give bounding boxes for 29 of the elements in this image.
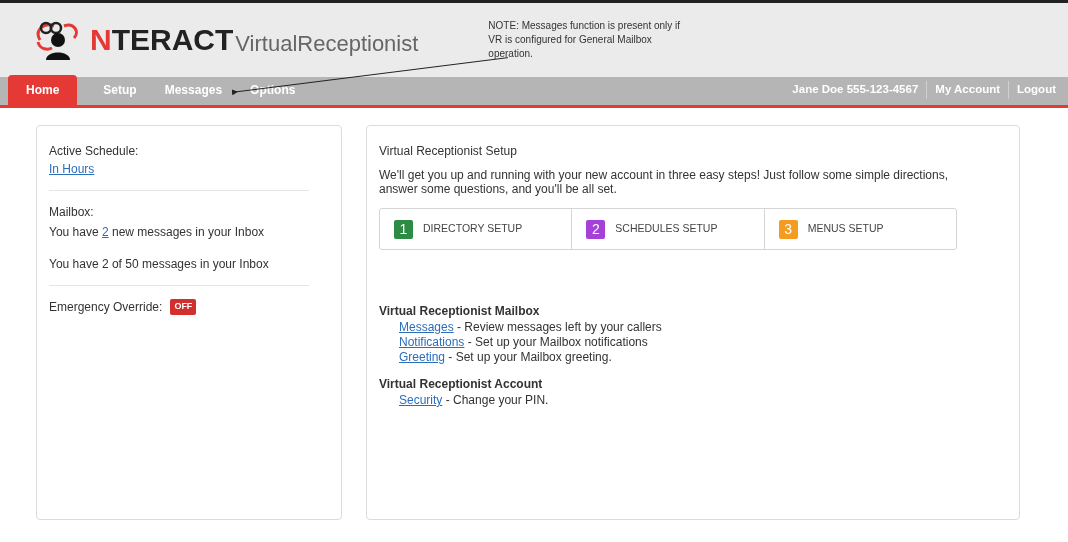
- section-link[interactable]: Notifications: [399, 335, 465, 349]
- setup-step[interactable]: 3 MENUS SETUP: [763, 209, 956, 249]
- schedule-link[interactable]: In Hours: [49, 162, 95, 176]
- section-title: Virtual Receptionist Account: [379, 376, 544, 393]
- section-link[interactable]: Messages: [399, 320, 454, 334]
- setup-intro: We'll get you up and running with your new account in three easy steps! Just follow some simple directions, answer some questions, and you'll be all set.: [379, 168, 950, 196]
- schedule-label: Active Schedule:: [49, 143, 140, 160]
- step-number: 1: [394, 219, 413, 239]
- setup-step[interactable]: 1 DIRECTORY SETUP: [380, 209, 572, 249]
- logo-wordmark: NTERACTVirtualReceptionist: [90, 25, 419, 55]
- section-link[interactable]: Greeting: [399, 350, 446, 364]
- section-item: Greeting - Set up your Mailbox greeting.: [398, 350, 613, 365]
- step-number: 2: [586, 219, 606, 239]
- section-title: Virtual Receptionist Mailbox: [379, 303, 541, 320]
- section-item: Security - Change your PIN.: [398, 393, 550, 408]
- mailbox-message: You have 2 new messages in your Inbox: [49, 224, 266, 241]
- override-toggle[interactable]: OFF: [170, 299, 197, 315]
- step-number: 3: [778, 219, 798, 239]
- mailbox-message: You have 2 of 50 messages in your Inbox: [49, 256, 270, 273]
- override-label: Emergency Override:: [49, 299, 163, 316]
- nav-tab[interactable]: Home: [8, 75, 78, 105]
- message-count-link[interactable]: 2: [101, 225, 109, 239]
- section-item: Notifications - Set up your Mailbox notifications: [398, 335, 649, 350]
- section-link[interactable]: Security: [399, 393, 443, 407]
- setup-title: Virtual Receptionist Setup: [379, 143, 518, 160]
- setup-step[interactable]: 2 SCHEDULES SETUP: [571, 209, 764, 249]
- mailbox-label: Mailbox:: [49, 204, 95, 221]
- annotation-note: NOTE: Messages function is present only if VR is configured for General Mailbox operation.: [488, 19, 682, 61]
- section-item: Messages - Review messages left by your callers: [398, 320, 663, 335]
